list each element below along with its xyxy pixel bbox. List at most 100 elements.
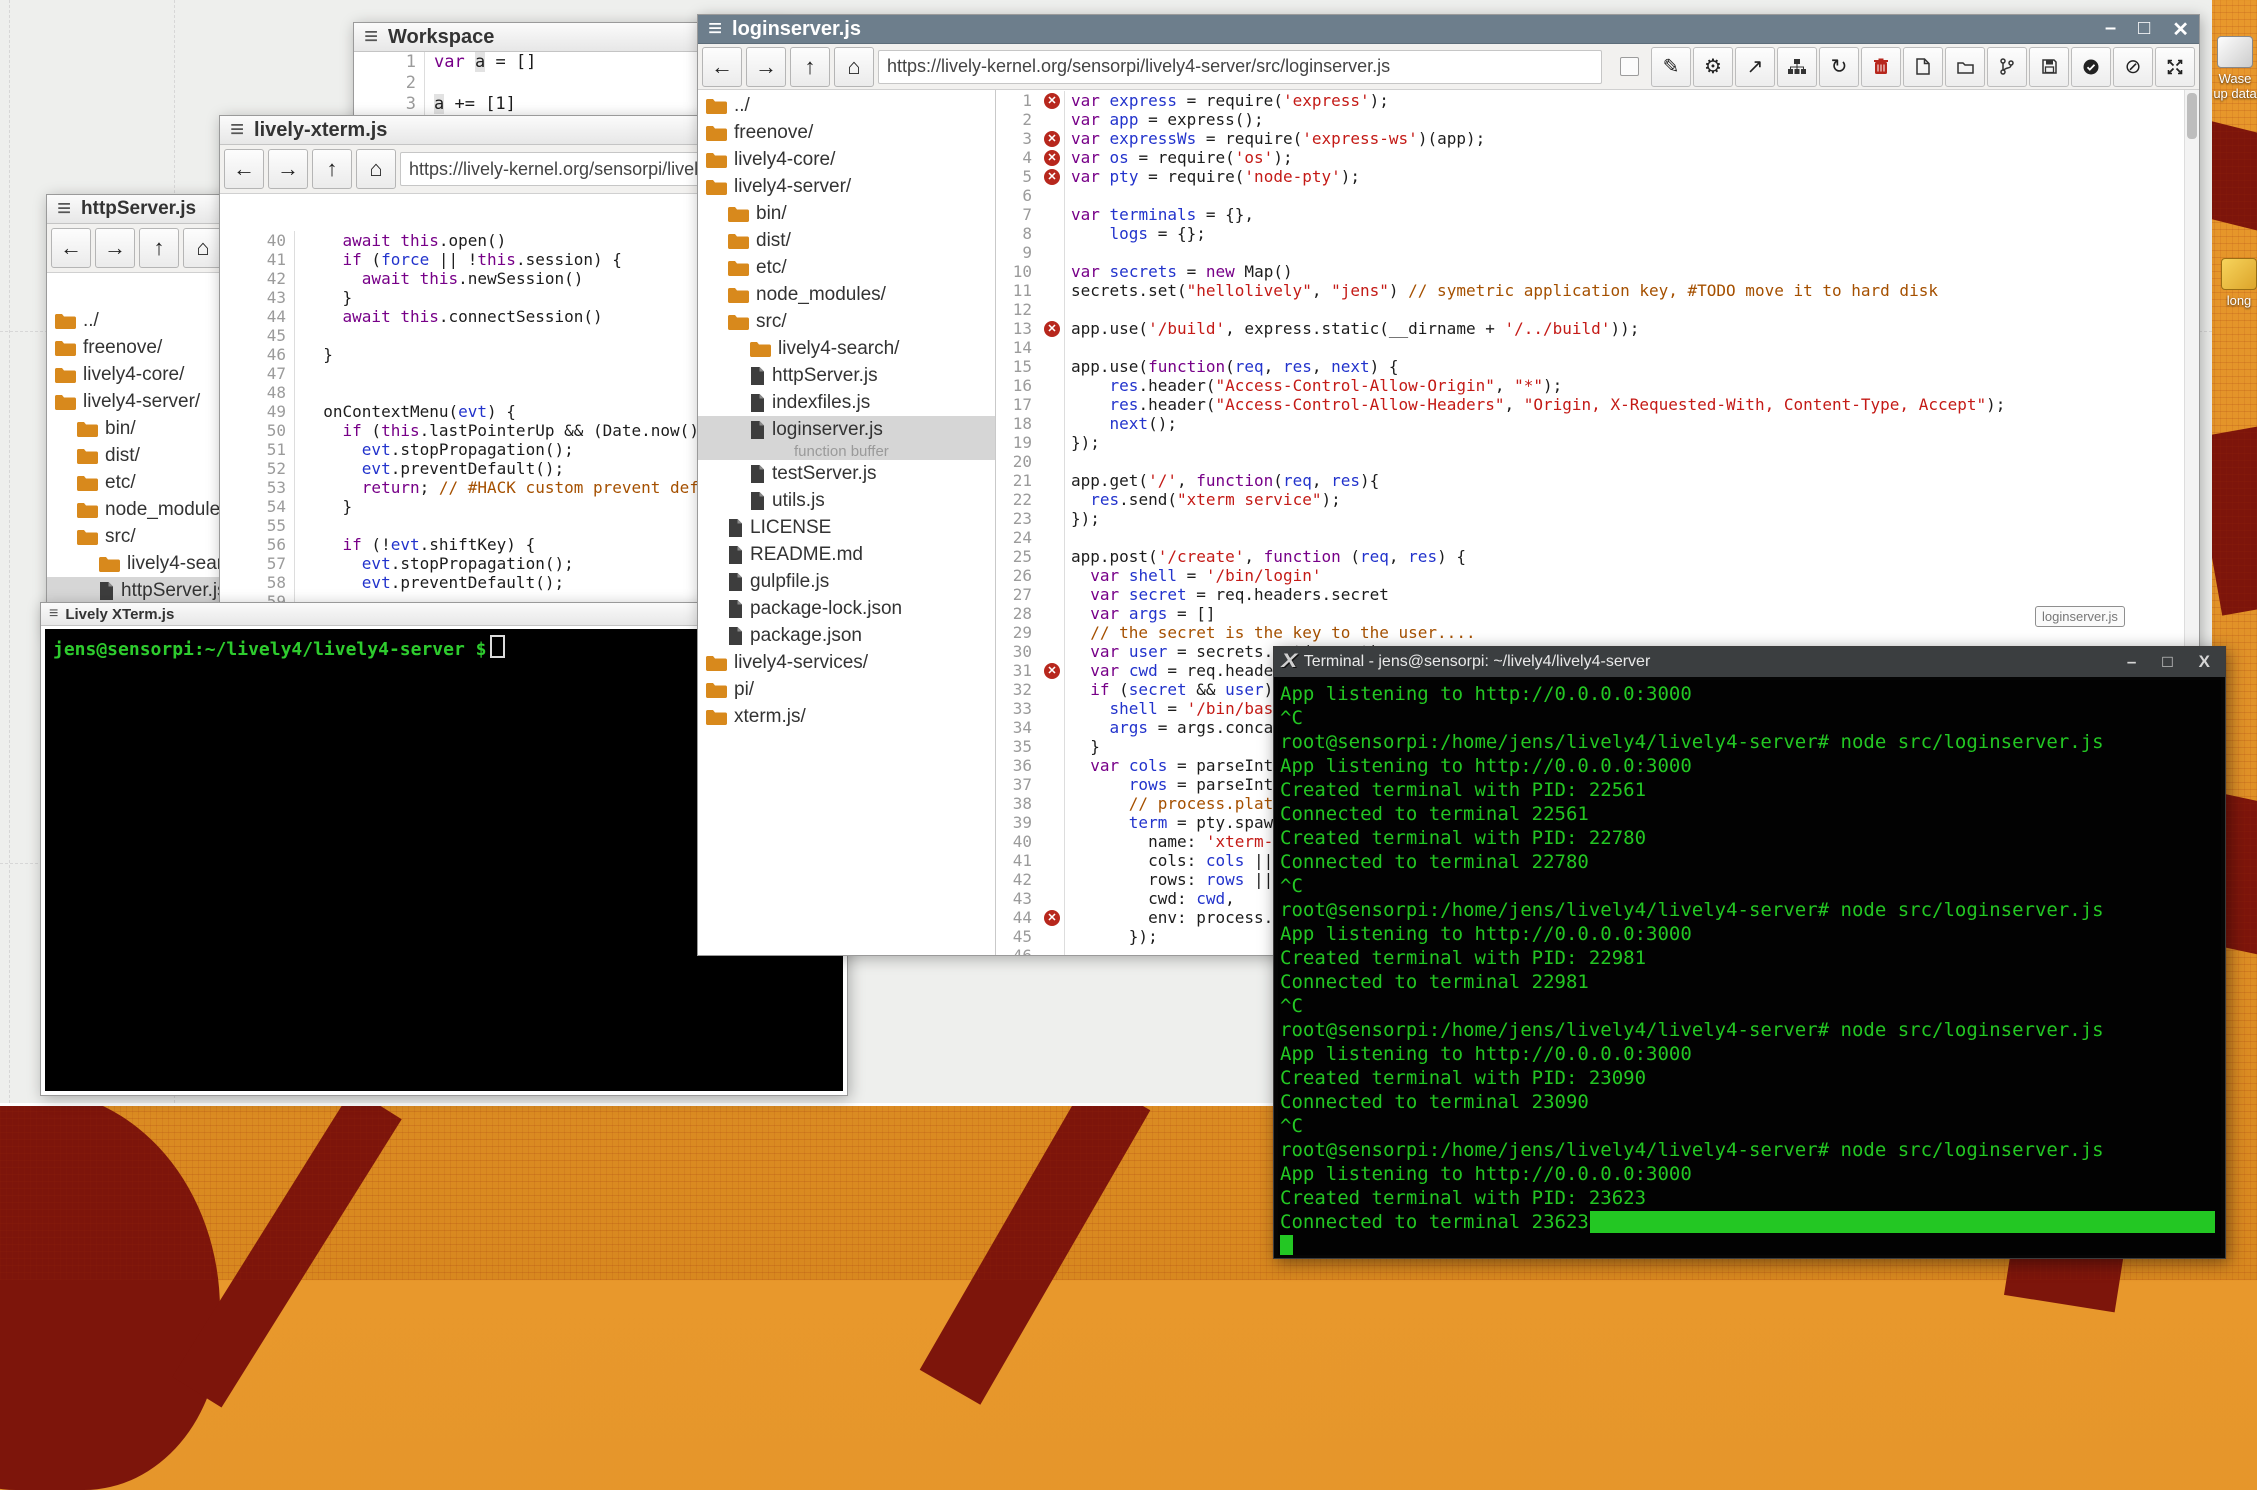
back-button[interactable]: ← — [702, 47, 742, 87]
tree-item-package-json[interactable]: package.json — [698, 622, 995, 649]
back-button[interactable]: ← — [224, 149, 264, 189]
folder-icon — [706, 98, 727, 114]
tree-item-label: README.md — [750, 544, 863, 566]
cancel-button[interactable]: ⊘ — [2113, 47, 2153, 87]
tree-item-readme-md[interactable]: README.md — [698, 541, 995, 568]
tree-item-lively4-search[interactable]: lively4-search/ — [698, 335, 995, 362]
error-badge-icon[interactable]: ✕ — [1044, 169, 1060, 185]
close-icon[interactable]: X — [2199, 652, 2210, 672]
sitemap-button[interactable] — [1777, 47, 1817, 87]
tree-subitem[interactable]: function buffer — [698, 443, 995, 460]
code-line: 1✕var express = require('express'); — [996, 91, 2184, 110]
tree-item-xterm-js[interactable]: xterm.js/ — [698, 703, 995, 730]
menu-icon[interactable]: ≡ — [57, 195, 71, 223]
external-link-button[interactable]: ↗ — [1735, 47, 1775, 87]
code-line: 21app.get('/', function(req, res){ — [996, 471, 2184, 490]
url-input[interactable] — [878, 50, 1602, 84]
tree-item-node-modules[interactable]: node_modules/ — [698, 281, 995, 308]
titlebar[interactable]: ≡ loginserver.js – □ ✕ — [698, 15, 2199, 44]
tree-item-label: lively4-search/ — [778, 338, 899, 360]
forward-button[interactable]: → — [268, 149, 308, 189]
tree-item-gulpfile-js[interactable]: gulpfile.js — [698, 568, 995, 595]
close-icon[interactable]: ✕ — [2172, 17, 2189, 42]
tree-item-lively4-services[interactable]: lively4-services/ — [698, 649, 995, 676]
menu-icon[interactable]: ≡ — [230, 116, 244, 144]
error-badge-icon[interactable]: ✕ — [1044, 321, 1060, 337]
forward-button[interactable]: → — [95, 228, 135, 268]
expand-button[interactable] — [2155, 47, 2195, 87]
forward-button[interactable]: → — [746, 47, 786, 87]
menu-icon[interactable]: ≡ — [49, 605, 58, 623]
refresh-button[interactable]: ↻ — [1819, 47, 1859, 87]
tree-item-indexfiles-js[interactable]: indexfiles.js — [698, 389, 995, 416]
gears-button[interactable]: ⚙ — [1693, 47, 1733, 87]
code-line: 5✕var pty = require('node-pty'); — [996, 167, 2184, 186]
file-icon — [728, 573, 743, 591]
error-badge-icon[interactable]: ✕ — [1044, 910, 1060, 926]
menu-icon[interactable]: ≡ — [364, 23, 378, 51]
up-button[interactable]: ↑ — [790, 47, 830, 87]
maximize-icon[interactable]: □ — [2162, 652, 2172, 672]
tree-item-label: dist/ — [105, 445, 140, 467]
tree-item-utils-js[interactable]: utils.js — [698, 487, 995, 514]
tree-item-lively4-server[interactable]: lively4-server/ — [698, 173, 995, 200]
line-number: 1 — [354, 52, 425, 73]
minimize-icon[interactable]: – — [2127, 652, 2136, 672]
tree-item-loginserver-js[interactable]: loginserver.js — [698, 416, 995, 443]
line-number: 18 — [996, 414, 1040, 433]
maximize-icon[interactable]: □ — [2138, 17, 2150, 42]
tree-item-etc[interactable]: etc/ — [698, 254, 995, 281]
gears-icon: ⚙ — [1704, 54, 1722, 79]
error-badge-icon[interactable]: ✕ — [1044, 150, 1060, 166]
tree-item-dist[interactable]: dist/ — [698, 227, 995, 254]
tree-item-label: lively4-core/ — [83, 364, 184, 386]
home-button[interactable]: ⌂ — [356, 149, 396, 189]
back-button[interactable]: ← — [51, 228, 91, 268]
desktop-icon[interactable]: long — [2212, 258, 2257, 308]
tree-item-httpserver-js[interactable]: httpServer.js — [698, 362, 995, 389]
tree-item-license[interactable]: LICENSE — [698, 514, 995, 541]
error-badge-icon[interactable]: ✕ — [1044, 663, 1060, 679]
code-text: var secret = req.headers.secret — [1065, 585, 1389, 604]
git-branch-button[interactable] — [1987, 47, 2027, 87]
folder-button[interactable] — [1945, 47, 1985, 87]
scrollbar-thumb[interactable] — [2187, 93, 2197, 139]
tree-item-freenove[interactable]: freenove/ — [698, 119, 995, 146]
code-line: 25app.post('/create', function (req, res… — [996, 547, 2184, 566]
code-text: } — [304, 497, 352, 516]
terminal-screen[interactable]: App listening to http://0.0.0.0:3000^Cro… — [1278, 680, 2221, 1255]
minimize-icon[interactable]: – — [2105, 17, 2116, 42]
menu-icon[interactable]: ≡ — [708, 15, 722, 43]
checkbox[interactable] — [1620, 57, 1639, 76]
code-text — [1065, 528, 1071, 547]
tree-item-[interactable]: ../ — [698, 92, 995, 119]
home-button[interactable]: ⌂ — [834, 47, 874, 87]
error-badge-icon[interactable]: ✕ — [1044, 93, 1060, 109]
line-number: 40 — [996, 832, 1040, 851]
tree-item-package-lock-json[interactable]: package-lock.json — [698, 595, 995, 622]
folder-icon — [728, 260, 749, 276]
brush-button[interactable]: ✎ — [1651, 47, 1691, 87]
trash-button[interactable] — [1861, 47, 1901, 87]
up-button[interactable]: ↑ — [139, 228, 179, 268]
tree-item-bin[interactable]: bin/ — [698, 200, 995, 227]
tree-item-testserver-js[interactable]: testServer.js — [698, 460, 995, 487]
new-file-button[interactable] — [1903, 47, 1943, 87]
terminal-line: Connected to terminal 22780 — [1280, 850, 2219, 874]
tree-item-src[interactable]: src/ — [698, 308, 995, 335]
code-text: cwd: cwd, — [1065, 889, 1235, 908]
code-text: app.use('/build', express.static(__dirna… — [1065, 319, 1639, 338]
home-button[interactable]: ⌂ — [183, 228, 223, 268]
desktop-icon[interactable]: Wase up data — [2208, 36, 2257, 101]
error-badge-icon[interactable]: ✕ — [1044, 131, 1060, 147]
tree-item-pi[interactable]: pi/ — [698, 676, 995, 703]
code-text — [1065, 300, 1071, 319]
save-button[interactable] — [2029, 47, 2069, 87]
terminal-line: root@sensorpi:/home/jens/lively4/lively4… — [1280, 898, 2219, 922]
tree-item-lively4-core[interactable]: lively4-core/ — [698, 146, 995, 173]
tree-item-label: dist/ — [756, 230, 791, 252]
up-button[interactable]: ↑ — [312, 149, 352, 189]
titlebar[interactable]: X Terminal - jens@sensorpi: ~/lively4/li… — [1274, 647, 2225, 677]
tree-item-label: src/ — [756, 311, 787, 333]
accept-button[interactable] — [2071, 47, 2111, 87]
